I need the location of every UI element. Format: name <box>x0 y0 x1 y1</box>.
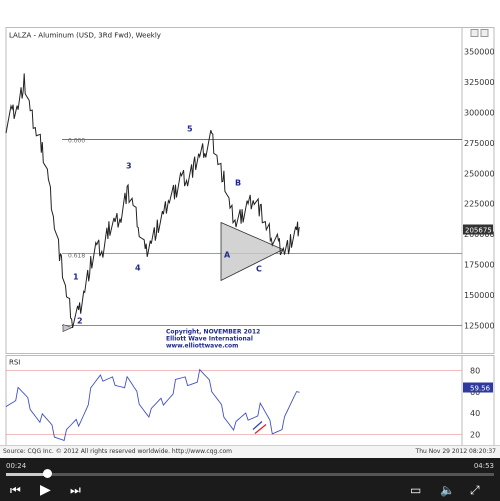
price-tick-label: 125000 <box>464 322 495 331</box>
skip-forward-icon[interactable]: ⏭ <box>70 482 81 498</box>
rsi-tick-label: 80 <box>470 367 480 376</box>
price-tick-label: 150000 <box>464 291 495 300</box>
rsi-tick-label: 20 <box>470 431 480 440</box>
current-rsi-label: 59.56 <box>470 385 491 393</box>
wave-label-b: B <box>235 179 241 188</box>
price-tick-label: 300000 <box>464 108 495 117</box>
price-tick-label: 350000 <box>464 48 495 57</box>
source-footer: Source: CQG Inc. © 2012 All rights reser… <box>0 445 500 458</box>
skip-back-icon[interactable]: ⏮ <box>10 482 21 498</box>
copyright-line-3: www.elliottwave.com <box>166 343 238 350</box>
fullscreen-icon[interactable]: ⤢ <box>470 482 480 498</box>
seek-bar[interactable] <box>6 473 494 476</box>
price-axis-strip <box>461 27 495 354</box>
rsi-title: RSI <box>9 359 20 367</box>
chart-frame: LALZA - Aluminum (USD, 3Rd Fwd), Weekly … <box>5 27 495 465</box>
elapsed-time: 00:24 <box>6 462 27 470</box>
copyright-line-1: Copyright, NOVEMBER 2012 <box>166 329 260 336</box>
total-duration: 04:53 <box>473 462 494 470</box>
seek-bar-progress <box>6 473 48 476</box>
wave-label-c: C <box>256 265 262 274</box>
rsi-tick-label: 40 <box>470 409 480 418</box>
wave-label-5: 5 <box>187 125 193 134</box>
price-tick-label: 175000 <box>464 261 495 270</box>
chart-title: LALZA - Aluminum (USD, 3Rd Fwd), Weekly <box>9 32 161 40</box>
wave-label-3: 3 <box>126 162 132 171</box>
panel-button-1[interactable] <box>470 29 479 37</box>
rsi-panel <box>5 355 463 452</box>
wave-label-1: 1 <box>73 273 79 282</box>
play-icon[interactable]: ▶ <box>40 482 51 498</box>
panel-button-2[interactable] <box>480 29 489 37</box>
volume-icon[interactable]: 🔈 <box>440 482 455 498</box>
seek-thumb[interactable] <box>43 469 53 478</box>
fib-lower-label: 0.618 <box>68 253 85 260</box>
price-tick-label: 325000 <box>464 78 495 87</box>
fib-upper-label: 0.000 <box>68 138 85 145</box>
wave-label-a: A <box>224 251 231 260</box>
price-tick-label: 250000 <box>464 169 495 178</box>
copyright-line-2: Elliott Wave International <box>166 336 253 343</box>
timestamp-text: Thu Nov 29 2012 08:20:37 <box>415 448 496 455</box>
wave-label-4: 4 <box>135 264 141 273</box>
price-tick-label: 225000 <box>464 200 495 209</box>
wave-label-2: 2 <box>77 317 83 326</box>
video-player-controls: 00:24 04:53 ⏮ ▶ ⏭ ▭ 🔈 ⤢ <box>0 458 500 501</box>
captions-icon[interactable]: ▭ <box>410 482 421 498</box>
price-tick-label: 275000 <box>464 139 495 148</box>
price-panel <box>5 27 463 354</box>
source-text: Source: CQG Inc. © 2012 All rights reser… <box>3 448 233 455</box>
current-price-label: 205675 <box>465 227 492 235</box>
